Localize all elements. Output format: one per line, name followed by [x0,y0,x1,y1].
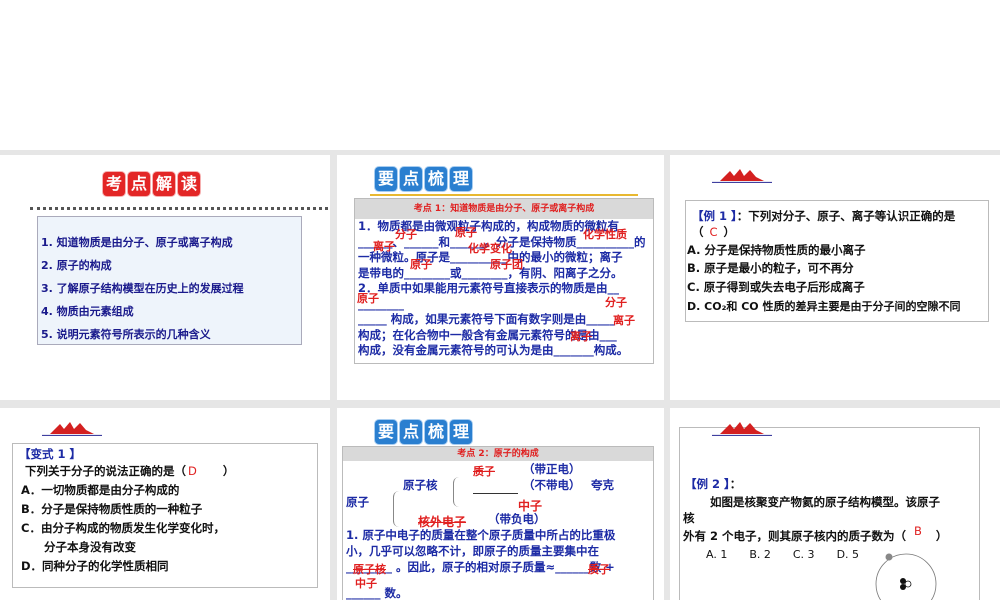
answer-annotation: 分子 [605,296,627,309]
slide-title: 考点解读 [103,172,203,196]
table-header: 考点 1：知道物质是由分子、原子或离子构成 [355,199,653,219]
answer-annotation: 离子 [613,314,635,327]
title-char: 点 [128,172,150,196]
question-box: 【变式 1 】 下列关于分子的说法正确的是（ D） A．一切物质都是由分子构成的 … [12,443,318,588]
title-char: 考 [103,172,125,196]
question-text: 下列关于分子的说法正确的是（ [25,464,186,478]
example-label: 【例 1 】 [692,209,737,223]
option: B．分子是保持物质性质的一种粒子 [21,502,203,516]
option: A．一切物质都是由分子构成的 [21,483,180,497]
brace [393,491,399,527]
label: （带负电） [488,512,546,526]
slide-thumbnail-5[interactable]: 要点梳理 考点 2：原子的构成 质子 （带正电） 原子核 （不带电） 夸克 原子… [337,408,664,600]
content-table: 考点 1：知道物质是由分子、原子或离子构成 1．物质都是由微观粒子构成的，构成物… [354,198,654,364]
question-box: 【例 1 】：下列对分子、原子、离子等认识正确的是 （ C ） A. 分子是保持物质… [685,200,989,322]
text-line: _____ 构成，如果元素符号下面有数字则是由_____ [358,312,616,326]
content-table: 考点 2：原子的构成 质子 （带正电） 原子核 （不带电） 夸克 原子 中子 核… [342,446,654,600]
title-char: 梳 [425,420,447,444]
option: C. 原子得到或失去电子后形成离子 [687,280,865,294]
option: C. 3 [792,548,815,561]
option: 分子本身没有改变 [21,540,136,554]
title-char: 要 [375,420,397,444]
answer-text: C [709,225,718,239]
slide-thumbnail-4[interactable]: 【变式 1 】 下列关于分子的说法正确的是（ D） A．一切物质都是由分子构成的 … [0,408,330,600]
answer-annotation: 离子 [570,330,592,343]
title-char: 梳 [425,167,447,191]
label: （不带电） [523,478,581,492]
text-line: 小，几乎可以忽略不计，即原子的质量主要集中在 [346,544,599,558]
answer-annotation: 原子 [455,226,477,239]
blank-area [0,0,1000,150]
option: D. CO₂和 CO 性质的差异主要是由于分子间的空隙不同 [687,300,961,313]
paren: （ [692,225,704,239]
objective-item: 2. 原子的构成 [41,259,112,272]
title-char: 点 [400,167,422,191]
title-char: 解 [153,172,175,196]
paren: ） [723,225,736,239]
objective-item: 5. 说明元素符号所表示的几种含义 [41,328,211,341]
option: A. 1 [706,548,728,561]
helium-atom-diagram [875,553,937,600]
objective-item: 4. 物质由元素组成 [41,305,134,318]
answer-annotation: 原子 [357,292,379,305]
answer-annotation: 质子 [588,563,610,576]
text-line: 构成，没有金属元素符号的可认为是由_______构成。 [358,343,629,357]
option: D. 5 [836,548,860,561]
title-char: 要 [375,167,397,191]
question-text: 核 [683,511,695,525]
slide-thumbnail-6[interactable]: 【例 2 】： 如图是核聚变产物氦的原子结构模型。该原子 核 外有 2 个电子，… [670,408,1000,600]
label: 原子核 [403,478,438,492]
objective-item: 1. 知道物质是由分子、原子或离子构成 [41,236,233,249]
colon: ： [729,477,742,491]
variant-label: 【变式 1 】 [19,447,82,461]
option: C．由分子构成的物质发生化学变化时， [21,521,225,535]
blank-line [473,493,518,494]
title-char: 点 [400,420,422,444]
decorative-logo-icon [712,169,772,183]
title-char: 理 [450,167,472,191]
answer-annotation: 分子 [395,228,417,241]
text-line: 构成；在化合物中一般含有金属元素符号的是由___ [358,327,617,342]
answer-text: D [188,464,197,478]
option: D．同种分子的化学性质相同 [21,559,169,573]
brace [453,477,459,507]
paren: ） [222,464,235,478]
answer-annotation: 化学性质 [583,228,627,241]
decorative-logo-icon [42,422,102,436]
text-line: ________ 。因此，原子的相对原子质量≈______数 + [346,560,615,574]
objective-item: 3. 了解原子结构模型在历史上的发展过程 [41,282,244,295]
answer-annotation: 中子 [355,577,377,590]
wavy-divider [30,207,328,211]
label: 原子 [346,495,369,509]
slide-title: 要点梳理 [375,167,475,191]
answer-annotation: 原子团 [490,258,523,271]
question-text: 如图是核聚变产物氦的原子结构模型。该原子 [710,495,940,509]
option: B. 原子是最小的粒子，可不再分 [687,261,854,275]
answer-annotation: 化学变化 [468,242,512,255]
label: 夸克 [591,478,614,492]
question-box: 【例 2 】： 如图是核聚变产物氦的原子结构模型。该原子 核 外有 2 个电子，… [679,427,980,600]
answer-annotation: 质子 [473,465,495,478]
title-char: 理 [450,420,472,444]
label: （带正电） [523,462,581,476]
slide-thumbnail-3[interactable]: 【例 1 】：下列对分子、原子、离子等认识正确的是 （ C ） A. 分子是保持物质… [670,155,1000,400]
paren: ） [935,529,948,543]
slide-thumbnail-2[interactable]: 要点梳理 考点 1：知道物质是由分子、原子或离子构成 1．物质都是由微观粒子构成… [337,155,664,400]
objectives-box: 1. 知道物质是由分子、原子或离子构成 2. 原子的构成 3. 了解原子结构模型… [37,216,302,345]
title-char: 读 [178,172,200,196]
text-line: 1. 原子中电子的质量在整个原子质量中所占的比重极 [346,528,616,542]
option: A. 分子是保持物质性质的最小离子 [687,243,866,257]
example-label: 【例 2 】 [685,477,730,491]
slide-title: 要点梳理 [375,420,475,444]
answer-annotation: 离子 [373,240,395,253]
question-text: ：下列对分子、原子、离子等认识正确的是 [736,209,956,223]
decorative-logo-icon [712,422,772,436]
slide-thumbnail-1[interactable]: 考点解读 1. 知道物质是由分子、原子或离子构成 2. 原子的构成 3. 了解原… [0,155,330,400]
table-header: 考点 2：原子的构成 [343,447,653,461]
answer-annotation: 原子 [410,258,432,271]
question-text: 外有 2 个电子，则其原子核内的质子数为（ [683,529,907,543]
answer-text: B [914,524,922,538]
option: B. 2 [749,548,771,561]
gold-divider [370,194,638,196]
